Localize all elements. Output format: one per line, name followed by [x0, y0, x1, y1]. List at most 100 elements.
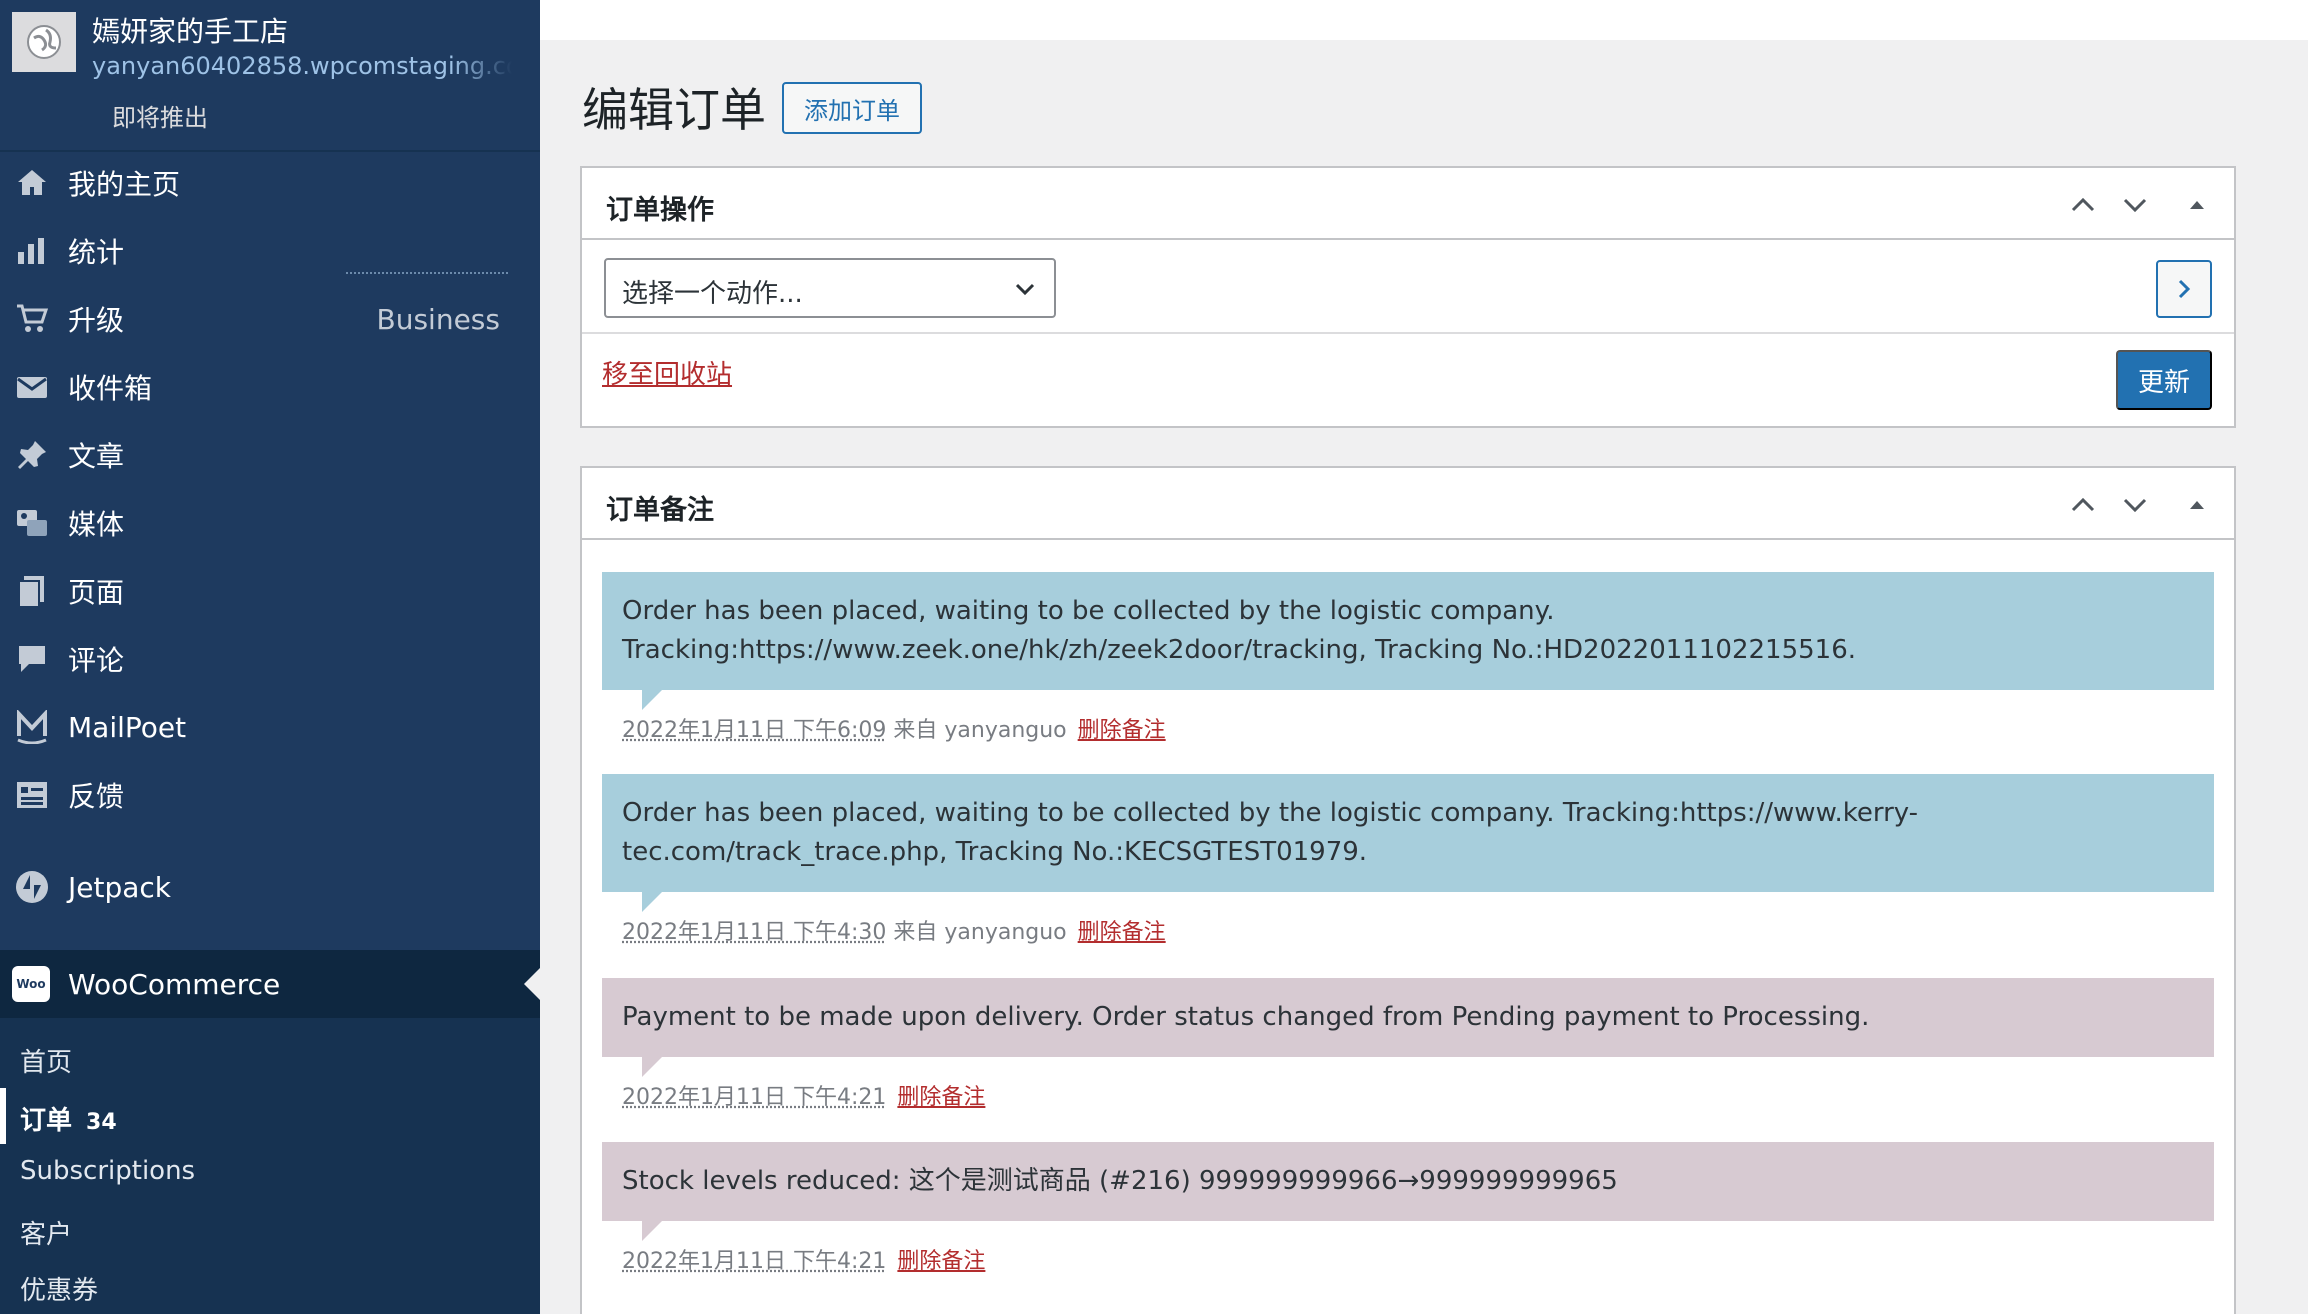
note-text: Payment to be made upon delivery. Order …: [622, 1002, 1870, 1032]
home-icon: [14, 165, 50, 201]
chevron-right-icon: [2178, 279, 2191, 299]
sidebar-item-posts[interactable]: 文章: [0, 424, 540, 486]
sidebar-item-feedback[interactable]: 反馈: [0, 764, 540, 826]
order-count-badge: 34: [86, 1110, 117, 1135]
sidebar-item-label: 文章: [68, 440, 125, 473]
note-meta: 2022年1月11日 下午6:09 来自 yanyanguo 删除备注: [602, 712, 2214, 744]
note-date: 2022年1月11日 下午6:09: [622, 718, 887, 743]
mailpoet-icon: [14, 709, 50, 745]
comment-icon: [14, 641, 50, 677]
update-button[interactable]: 更新: [2116, 350, 2212, 410]
site-url-text: yanyan60402858.wpcomstaging.com: [92, 52, 512, 80]
collapse-toggle-icon[interactable]: [2182, 190, 2212, 220]
pages-icon: [14, 573, 50, 609]
jetpack-icon: [14, 869, 50, 905]
note-text: Order has been placed, waiting to be col…: [622, 596, 1856, 665]
note-tail: [642, 1057, 662, 1077]
note-text: Stock levels reduced: 这个是测试商品 (#216) 999…: [622, 1166, 1618, 1196]
selected-action: 选择一个动作...: [622, 279, 803, 309]
order-notes-panel: 订单备注 Order has been placed, waiting to b…: [580, 466, 2236, 1314]
order-note: Order has been placed, waiting to be col…: [602, 774, 2214, 946]
note-meta: 2022年1月11日 下午4:21 删除备注: [602, 1243, 2214, 1275]
sidebar-item-jetpack[interactable]: Jetpack: [0, 856, 540, 918]
sidebar-item-pages[interactable]: 页面: [0, 560, 540, 622]
main-content: 编辑订单 添加订单 订单操作 选择一个动作... 移至回收站 更新 订单备注 O…: [540, 0, 2308, 1314]
delete-note-link[interactable]: 删除备注: [897, 1249, 985, 1274]
add-order-button[interactable]: 添加订单: [782, 82, 922, 134]
note-content: Order has been placed, waiting to be col…: [602, 572, 2214, 710]
panel-header: 订单备注: [582, 468, 2234, 540]
admin-sidebar: 嫣妍家的手工店 yanyan60402858.wpcomstaging.com …: [0, 0, 540, 1314]
submenu-item-coupons[interactable]: 优惠券: [20, 1270, 98, 1307]
sidebar-item-label: WooCommerce: [68, 967, 281, 1001]
current-item-indicator: [0, 1088, 6, 1144]
cart-icon: [14, 301, 50, 337]
sidebar-item-home[interactable]: 我的主页: [0, 152, 540, 214]
sidebar-item-label: 收件箱: [68, 372, 153, 405]
sidebar-item-media[interactable]: 媒体: [0, 492, 540, 554]
launch-status[interactable]: 即将推出: [112, 98, 208, 133]
site-name[interactable]: 嫣妍家的手工店: [92, 10, 288, 50]
sidebar-item-comments[interactable]: 评论: [0, 628, 540, 690]
delete-note-link[interactable]: 删除备注: [1078, 718, 1166, 743]
note-date: 2022年1月11日 下午4:21: [622, 1085, 887, 1110]
note-author: 来自 yanyanguo: [893, 718, 1067, 743]
move-up-icon[interactable]: [2068, 190, 2098, 220]
sidebar-item-label: 页面: [68, 576, 125, 609]
sidebar-item-label: 升级: [68, 304, 125, 337]
page-title: 编辑订单: [582, 83, 766, 137]
plan-name: Business: [376, 302, 500, 336]
site-globe-icon[interactable]: [12, 12, 76, 72]
sidebar-item-upgrade[interactable]: 升级 Business: [0, 288, 540, 350]
panel-title: 订单操作: [606, 195, 714, 226]
submenu-item-customers[interactable]: 客户: [20, 1214, 72, 1251]
sidebar-item-label: 评论: [68, 644, 125, 677]
order-action-select[interactable]: 选择一个动作...: [604, 258, 1056, 318]
note-meta: 2022年1月11日 下午4:21 删除备注: [602, 1079, 2214, 1111]
panel-header: 订单操作: [582, 168, 2234, 240]
submenu-item-subscriptions[interactable]: Subscriptions: [20, 1156, 195, 1186]
site-url-fade: [452, 52, 512, 80]
sidebar-item-label: 我的主页: [68, 168, 181, 201]
woocommerce-submenu: 首页 订单 34 Subscriptions 客户 优惠券: [0, 1018, 540, 1314]
sidebar-item-label: MailPoet: [68, 710, 187, 744]
mail-icon: [14, 369, 50, 405]
media-icon: [14, 505, 50, 541]
chevron-down-icon: [1015, 283, 1035, 296]
order-note: Stock levels reduced: 这个是测试商品 (#216) 999…: [602, 1142, 2214, 1275]
note-content: Order has been placed, waiting to be col…: [602, 774, 2214, 912]
apply-action-button[interactable]: [2156, 260, 2212, 318]
sidebar-item-label: 媒体: [68, 508, 125, 541]
delete-note-link[interactable]: 删除备注: [1078, 920, 1166, 945]
site-header[interactable]: 嫣妍家的手工店 yanyan60402858.wpcomstaging.com …: [0, 0, 540, 152]
note-tail: [642, 892, 662, 912]
submenu-item-home[interactable]: 首页: [20, 1042, 72, 1079]
submenu-item-orders[interactable]: 订单 34: [20, 1100, 117, 1137]
move-up-icon[interactable]: [2068, 490, 2098, 520]
move-down-icon[interactable]: [2120, 190, 2150, 220]
note-author: 来自 yanyanguo: [893, 920, 1067, 945]
sidebar-item-woocommerce[interactable]: Woo WooCommerce: [0, 950, 540, 1018]
collapse-toggle-icon[interactable]: [2182, 490, 2212, 520]
stats-icon: [14, 233, 50, 269]
note-content: Stock levels reduced: 这个是测试商品 (#216) 999…: [602, 1142, 2214, 1241]
sidebar-item-inbox[interactable]: 收件箱: [0, 356, 540, 418]
note-text: Order has been placed, waiting to be col…: [622, 798, 1919, 867]
site-url[interactable]: yanyan60402858.wpcomstaging.com: [92, 52, 512, 80]
sidebar-item-stats[interactable]: 统计: [0, 220, 540, 282]
top-bar: [540, 0, 2308, 40]
delete-note-link[interactable]: 删除备注: [897, 1085, 985, 1110]
note-meta: 2022年1月11日 下午4:30 来自 yanyanguo 删除备注: [602, 914, 2214, 946]
submenu-item-label: 订单: [20, 1106, 73, 1136]
move-down-icon[interactable]: [2120, 490, 2150, 520]
order-actions-panel: 订单操作 选择一个动作... 移至回收站 更新: [580, 166, 2236, 428]
order-note: Payment to be made upon delivery. Order …: [602, 978, 2214, 1111]
panel-divider: [582, 332, 2234, 334]
active-menu-arrow: [524, 968, 540, 1000]
note-date: 2022年1月11日 下午4:21: [622, 1249, 887, 1274]
sidebar-item-label: 反馈: [68, 780, 125, 813]
note-date: 2022年1月11日 下午4:30: [622, 920, 887, 945]
panel-title: 订单备注: [606, 495, 714, 526]
sidebar-item-mailpoet[interactable]: MailPoet: [0, 696, 540, 758]
move-to-trash-link[interactable]: 移至回收站: [602, 354, 732, 391]
